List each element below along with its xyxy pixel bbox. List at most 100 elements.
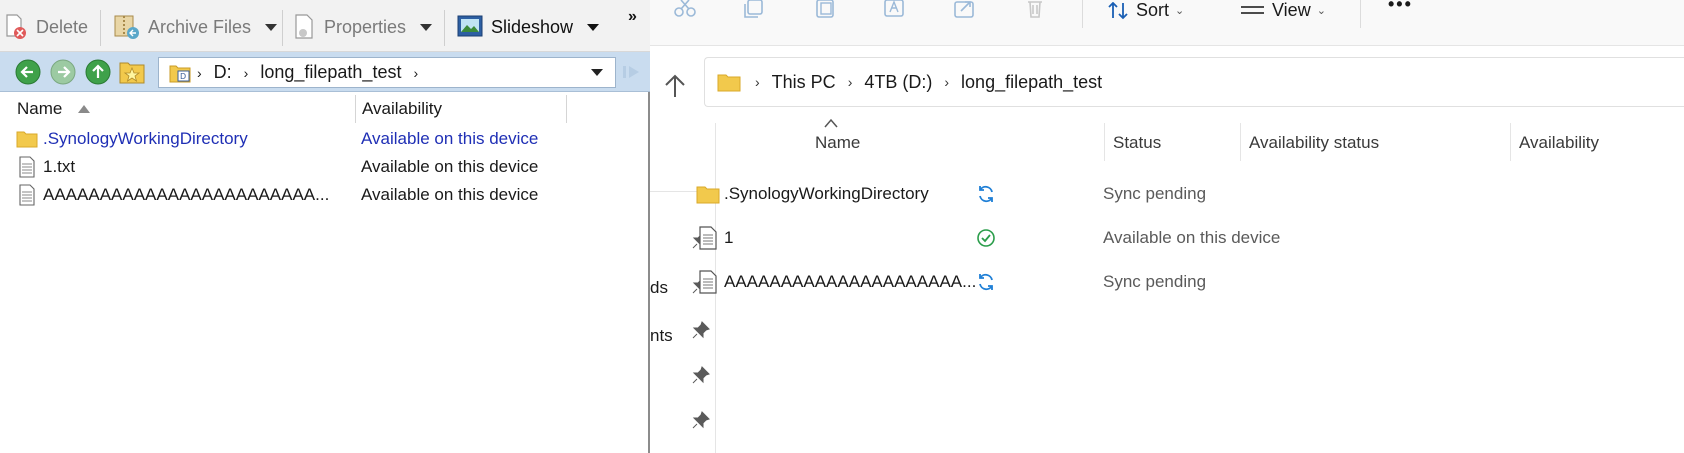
back-arrow-icon[interactable] [15,59,41,85]
drive-letter: D [180,72,186,81]
column-divider[interactable] [1240,123,1241,161]
address-bar[interactable]: D › D: › long_filepath_test › [158,57,616,88]
breadcrumb-folder[interactable]: long_filepath_test [961,72,1102,93]
pin-icon[interactable] [692,366,710,384]
favorites-folder-icon[interactable] [119,59,145,85]
availability-status: Sync pending [1103,272,1207,291]
toolbar-overflow-button[interactable]: » [628,8,637,26]
classic-explorer-window: Delete Archive Files Properties Slidesho… [0,0,650,453]
chevron-down-icon: ⌄ [1316,5,1326,17]
text-file-icon [699,270,717,294]
list-item[interactable]: 1 Available on this device [690,216,1590,260]
slideshow-label: Slideshow [491,16,574,37]
file-name: AAAAAAAAAAAAAAAAAAAAAAAA... [43,185,330,204]
toolbar-divider [100,10,101,46]
breadcrumb-drive[interactable]: 4TB (D:) [864,72,932,93]
nav-item-fragment[interactable]: ds [650,278,668,298]
dropdown-arrow-icon[interactable] [420,23,433,31]
column-divider[interactable] [566,95,567,123]
availability: Available on this device [361,185,539,204]
folder-icon [717,74,741,92]
toolbar-divider [282,10,283,46]
folder-icon [696,186,720,204]
drive-folder-icon: D [169,65,191,82]
sort-icon [1108,1,1128,19]
column-name[interactable]: Name [815,133,860,153]
path-history-dropdown[interactable] [591,69,603,76]
up-level-icon[interactable] [85,59,111,85]
rename-icon[interactable] [882,0,912,18]
properties-icon [295,14,313,39]
column-headers: Name Status Availability status Availabi… [716,123,1684,163]
column-status[interactable]: Status [1113,133,1161,153]
pin-icon[interactable] [692,321,710,339]
column-headers: Name Availability [0,93,648,125]
list-item[interactable]: AAAAAAAAAAAAAAAAAAAAAAAA... Available on… [0,181,648,209]
view-icon [1241,5,1264,14]
pin-icon[interactable] [692,411,710,429]
path-segment-folder[interactable]: long_filepath_test [260,62,401,83]
nav-item-fragment[interactable]: nts [650,326,673,346]
address-row: › This PC › 4TB (D:) › long_filepath_tes… [650,47,1684,123]
slideshow-button[interactable]: Slideshow [457,14,600,40]
chevron-right-icon: › [847,74,853,90]
view-button[interactable]: View ⌄ [1240,0,1326,21]
dropdown-arrow-icon[interactable] [587,23,600,31]
sync-pending-icon [979,273,993,291]
dropdown-arrow-icon[interactable] [265,23,278,31]
sort-ascending-icon [78,105,90,113]
slideshow-icon [457,15,483,37]
column-name[interactable]: Name [17,99,62,119]
delete-button[interactable]: Delete [4,14,88,40]
availability: Available on this device [361,157,539,176]
file-name: AAAAAAAAAAAAAAAAAAAAA... [724,272,977,291]
text-file-icon [19,184,35,206]
column-availability[interactable]: Availability [1519,133,1599,153]
availability-status: Sync pending [1103,184,1207,203]
path-segment-drive[interactable]: D: [214,62,232,83]
up-arrow-icon[interactable] [662,73,688,99]
copy-icon[interactable] [742,0,772,18]
paste-icon[interactable] [812,0,842,18]
forward-arrow-icon[interactable] [50,59,76,85]
file-name: .SynologyWorkingDirectory [724,184,929,203]
properties-button[interactable]: Properties [294,14,433,40]
column-availability[interactable]: Availability [362,99,442,119]
go-arrow-icon[interactable] [622,64,642,80]
sort-ascending-icon [824,118,838,128]
sort-button[interactable]: Sort ⌄ [1108,0,1184,21]
navigation-bar: D › D: › long_filepath_test › [0,52,650,92]
breadcrumb-this-pc[interactable]: This PC [772,72,836,93]
list-item[interactable]: AAAAAAAAAAAAAAAAAAAAA... Sync pending [690,260,1590,304]
share-icon[interactable] [952,0,982,18]
column-divider[interactable] [355,95,356,123]
toolbar: Delete Archive Files Properties Slidesho… [0,0,650,52]
toolbar-divider [444,10,445,46]
cut-icon[interactable] [672,0,702,18]
chevron-down-icon: ⌄ [1175,5,1185,17]
archive-icon [114,15,139,39]
list-item[interactable]: .SynologyWorkingDirectory Available on t… [0,125,648,153]
delete-file-icon [6,14,26,39]
delete-icon[interactable] [1022,0,1052,18]
chevron-right-icon: › [197,64,202,81]
archive-files-label: Archive Files [148,16,252,37]
list-item[interactable]: 1.txt Available on this device [0,153,648,181]
sort-label: Sort [1136,0,1170,20]
chevron-right-icon: › [413,64,419,81]
file-name: 1.txt [43,157,76,176]
file-name: .SynologyWorkingDirectory [43,129,248,148]
chevron-right-icon: › [755,74,760,90]
column-divider[interactable] [1104,123,1105,161]
folder-icon [16,131,38,148]
list-item[interactable]: .SynologyWorkingDirectory Sync pending [690,172,1590,216]
availability: Available on this device [361,129,539,148]
file-name: 1 [724,228,734,247]
column-divider[interactable] [1510,123,1511,161]
more-options-button[interactable]: ••• [1388,0,1413,15]
toolbar-divider [1360,0,1361,28]
address-bar[interactable]: › This PC › 4TB (D:) › long_filepath_tes… [704,57,1684,107]
archive-files-button[interactable]: Archive Files [114,14,278,40]
delete-label: Delete [36,16,89,37]
column-availability-status[interactable]: Availability status [1249,133,1379,153]
